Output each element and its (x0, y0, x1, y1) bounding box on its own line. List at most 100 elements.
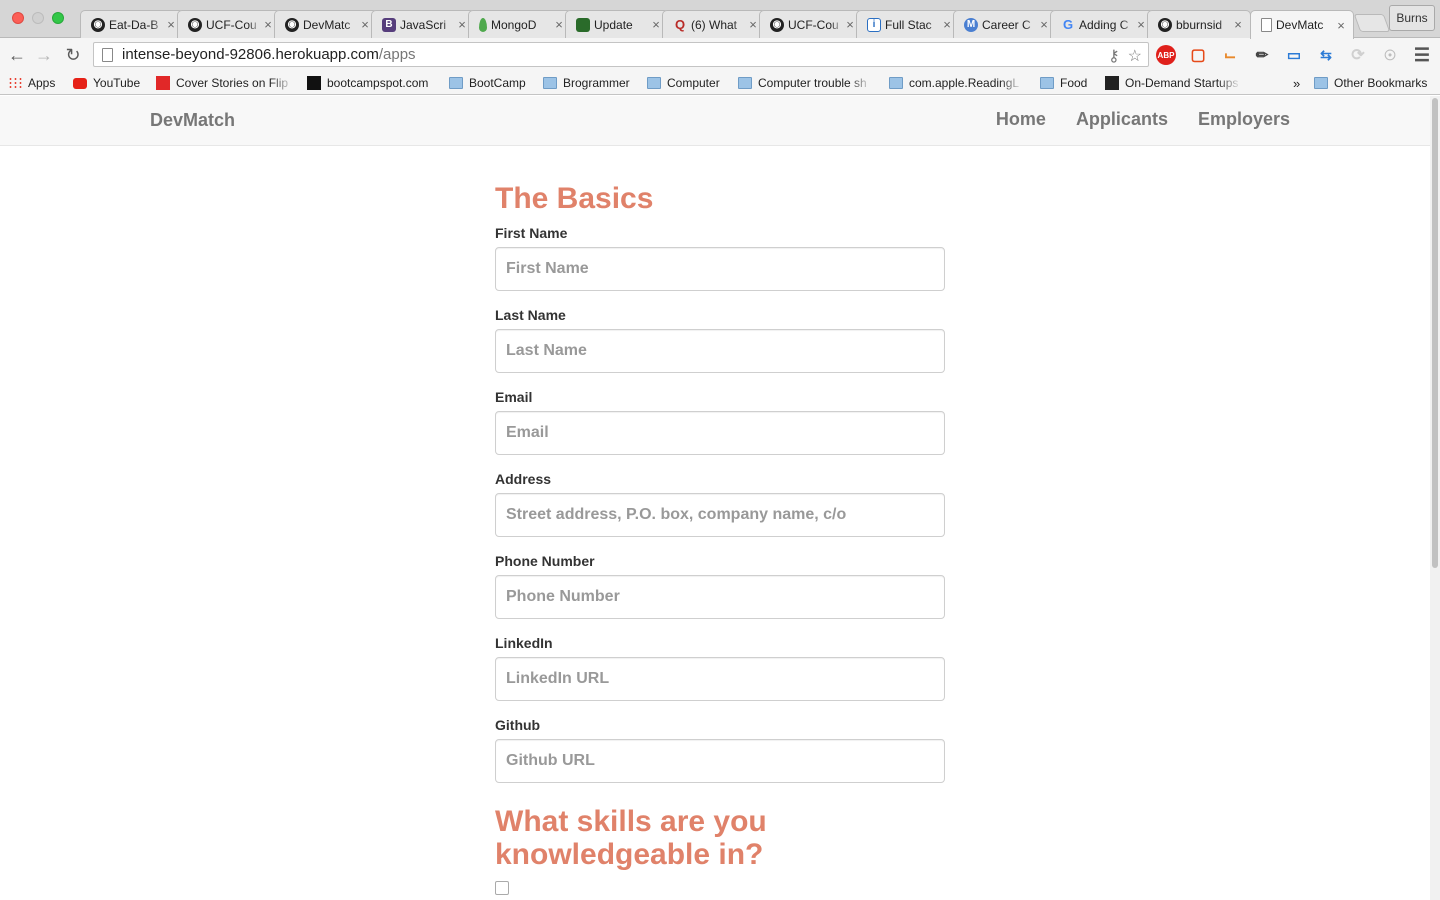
tab-close-icon[interactable]: × (941, 17, 953, 32)
bookmarks-overflow-button[interactable]: » (1293, 74, 1300, 92)
last-name-group: Last Name (495, 307, 945, 373)
page-icon (1261, 18, 1272, 32)
reload-icon[interactable]: ↻ (62, 44, 84, 66)
address-bar[interactable]: intense-beyond-92806.herokuapp.com/apps … (93, 42, 1149, 67)
nav-link-applicants[interactable]: Applicants (1076, 109, 1168, 130)
browser-tab-active[interactable]: DevMatc × (1250, 10, 1354, 39)
first-name-input[interactable] (495, 247, 945, 291)
bookmark-folder-reading-list[interactable]: com.apple.ReadingL (889, 74, 1023, 92)
github-icon: ◉ (188, 17, 202, 32)
youtube-icon (73, 77, 87, 89)
bookmark-apps[interactable]: Apps (8, 74, 55, 92)
minimize-window-button[interactable] (32, 12, 44, 24)
tab-close-icon[interactable]: × (844, 17, 856, 32)
address-input[interactable] (495, 493, 945, 537)
last-name-label: Last Name (495, 307, 566, 323)
ruler-icon[interactable]: ⌙ (1220, 45, 1240, 65)
browser-tab[interactable]: MongoD × (468, 10, 572, 38)
last-name-input[interactable] (495, 329, 945, 373)
tab-close-icon[interactable]: × (359, 17, 371, 32)
bookmark-folder-brogrammer[interactable]: Brogrammer (543, 74, 630, 92)
phone-number-group: Phone Number (495, 553, 945, 619)
tab-close-icon[interactable]: × (1038, 17, 1050, 32)
browser-tab[interactable]: G Adding C × (1050, 10, 1154, 38)
tab-close-icon[interactable]: × (165, 17, 177, 32)
bootcampspot-icon (307, 76, 321, 90)
menu-icon[interactable]: ☰ (1412, 45, 1432, 65)
tab-close-icon[interactable]: × (553, 17, 565, 32)
phone-number-input[interactable] (495, 575, 945, 619)
bookmark-folder-bootcamp[interactable]: BootCamp (449, 74, 526, 92)
info-icon: i (867, 17, 881, 32)
eyedropper-icon[interactable]: ✏ (1252, 45, 1272, 65)
bookmark-folder-computer-trouble[interactable]: Computer trouble sh (738, 74, 872, 92)
address-label: Address (495, 471, 552, 487)
linkedin-input[interactable] (495, 657, 945, 701)
folder-icon (738, 77, 752, 89)
email-group: Email (495, 389, 945, 455)
browser-tab[interactable]: ◉ DevMatc × (274, 10, 378, 38)
page-viewport: DevMatch Home Applicants Employers The B… (0, 96, 1430, 900)
refresh-extension-icon[interactable]: ⟳ (1348, 45, 1368, 65)
forward-arrow-icon[interactable]: → (33, 44, 55, 66)
bookmark-youtube[interactable]: YouTube (73, 74, 140, 92)
browser-tab[interactable]: Update × (565, 10, 669, 38)
window-resizer-icon[interactable]: ▭ (1284, 45, 1304, 65)
folder-icon (1040, 77, 1054, 89)
back-arrow-icon[interactable]: ← (6, 44, 28, 66)
browser-tab[interactable]: M Career C × (953, 10, 1057, 38)
github-input[interactable] (495, 739, 945, 783)
browser-tab[interactable]: ◉ UCF-Cou × (177, 10, 281, 38)
zoom-window-button[interactable] (52, 12, 64, 24)
nav-link-home[interactable]: Home (996, 109, 1046, 130)
bookmark-folder-computer[interactable]: Computer (647, 74, 720, 92)
tab-close-icon[interactable]: × (1135, 17, 1147, 32)
scrollbar-thumb[interactable] (1432, 98, 1438, 568)
swap-arrows-icon[interactable]: ⇆ (1316, 45, 1336, 65)
office-icon[interactable]: ▢ (1188, 45, 1208, 65)
browser-tab[interactable]: ◉ bburnsid × (1147, 10, 1251, 38)
bookmark-folder-food[interactable]: Food (1040, 74, 1087, 92)
first-name-group: First Name (495, 225, 945, 291)
bookmark-star-icon[interactable]: ☆ (1128, 46, 1142, 66)
skill-checkbox[interactable] (495, 881, 509, 895)
browser-toolbar: ← → ↻ intense-beyond-92806.herokuapp.com… (0, 38, 1440, 71)
section-title-basics: The Basics (495, 182, 654, 215)
site-brand[interactable]: DevMatch (150, 110, 235, 131)
tab-close-icon[interactable]: × (456, 17, 468, 32)
browser-tab[interactable]: ◉ UCF-Cou × (759, 10, 863, 38)
page-info-icon[interactable] (102, 47, 113, 62)
bootstrap-icon: B (382, 17, 396, 32)
tab-close-icon[interactable]: × (262, 17, 274, 32)
tab-close-icon[interactable]: × (1335, 18, 1347, 33)
browser-tab[interactable]: Q (6) What × (662, 10, 766, 38)
circle-extension-icon[interactable]: ☉ (1380, 45, 1400, 65)
bookmark-other-bookmarks[interactable]: Other Bookmarks (1314, 74, 1427, 92)
browser-tab[interactable]: ◉ Eat-Da-B × (80, 10, 184, 38)
email-input[interactable] (495, 411, 945, 455)
github-icon: ◉ (1158, 17, 1172, 32)
bookmark-on-demand-startups[interactable]: On-Demand Startups (1105, 74, 1241, 92)
google-icon: G (1062, 17, 1074, 32)
flipboard-icon (156, 76, 170, 90)
page-scrollbar[interactable] (1430, 96, 1440, 900)
tab-close-icon[interactable]: × (747, 17, 759, 32)
bookmark-flipboard[interactable]: Cover Stories on Flip (156, 74, 294, 92)
folder-icon (889, 77, 903, 89)
browser-tab[interactable]: B JavaScri × (371, 10, 475, 38)
browser-tab[interactable]: i Full Stac × (856, 10, 960, 38)
adblock-icon[interactable]: ABP (1156, 45, 1176, 65)
tab-close-icon[interactable]: × (650, 17, 662, 32)
github-icon: ◉ (285, 17, 299, 32)
bookmark-bootcampspot[interactable]: bootcampspot.com (307, 74, 428, 92)
new-tab-button[interactable] (1353, 14, 1391, 32)
application-form: The Basics First Name Last Name Email Ad… (495, 182, 945, 895)
profile-button[interactable]: Burns (1389, 5, 1435, 31)
first-name-label: First Name (495, 225, 568, 241)
nav-link-employers[interactable]: Employers (1198, 109, 1290, 130)
section-title-skills: What skills are you knowledgeable in? (495, 805, 767, 871)
tab-strip: ◉ Eat-Da-B × ◉ UCF-Cou × ◉ DevMatc × B J… (0, 0, 1440, 39)
close-window-button[interactable] (12, 12, 24, 24)
key-icon[interactable]: ⚷ (1108, 46, 1120, 66)
tab-close-icon[interactable]: × (1232, 17, 1244, 32)
